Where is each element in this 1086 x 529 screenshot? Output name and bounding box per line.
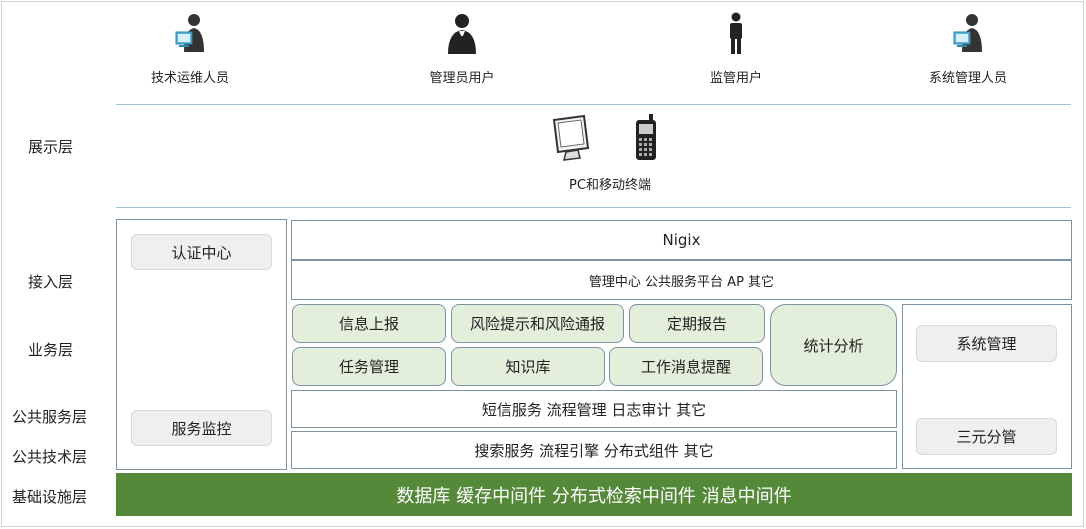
divider-top [116,104,1071,105]
business-item-periodic-report: 定期报告 [629,304,765,343]
terminals-label: PC和移动终端 [569,177,651,193]
user-supervisor: 监管用户 [651,12,821,86]
layer-label-business: 业务层 [28,341,74,359]
triple-management-box: 三元分管 [916,418,1057,455]
nigix-box: Nigix [291,220,1072,260]
gateway-box: 管理中心 公共服务平台 AP 其它 [291,260,1072,300]
infrastructure-band: 数据库 缓存中间件 分布式检索中间件 消息中间件 [116,473,1072,516]
public-tech-box: 搜索服务 流程引擎 分布式组件 其它 [291,431,897,469]
service-monitor-box: 服务监控 [131,410,272,446]
mobile-phone-icon [633,114,661,162]
business-item-knowledge-base: 知识库 [451,347,605,386]
business-item-statistics: 统计分析 [770,304,897,386]
user-label: 系统管理人员 [928,71,1007,86]
tech-operator-icon [105,12,275,56]
admin-user-icon [377,12,547,56]
layer-label-access: 接入层 [28,273,74,291]
user-tech-operator: 技术运维人员 [105,12,275,86]
system-management-box: 系统管理 [916,325,1057,362]
business-item-work-reminder: 工作消息提醒 [609,347,763,386]
layer-label-public-tech: 公共技术层 [12,448,88,466]
business-item-task-management: 任务管理 [292,347,446,386]
business-item-info-report: 信息上报 [292,304,446,343]
auth-center-box: 认证中心 [131,234,272,270]
desktop-monitor-icon [550,114,595,162]
system-admin-icon [883,12,1053,56]
user-label: 监管用户 [709,71,762,86]
layer-label-display: 展示层 [28,138,74,156]
user-label: 管理员用户 [429,71,495,86]
divider-middle [116,207,1071,208]
business-item-risk-alert: 风险提示和风险通报 [451,304,624,343]
layer-label-public-service: 公共服务层 [12,408,88,426]
user-system-admin: 系统管理人员 [883,12,1053,86]
supervisor-user-icon [651,12,821,56]
layer-label-infrastructure: 基础设施层 [12,488,88,506]
public-service-box: 短信服务 流程管理 日志审计 其它 [291,390,897,428]
user-label: 技术运维人员 [150,71,229,86]
user-admin: 管理员用户 [377,12,547,86]
